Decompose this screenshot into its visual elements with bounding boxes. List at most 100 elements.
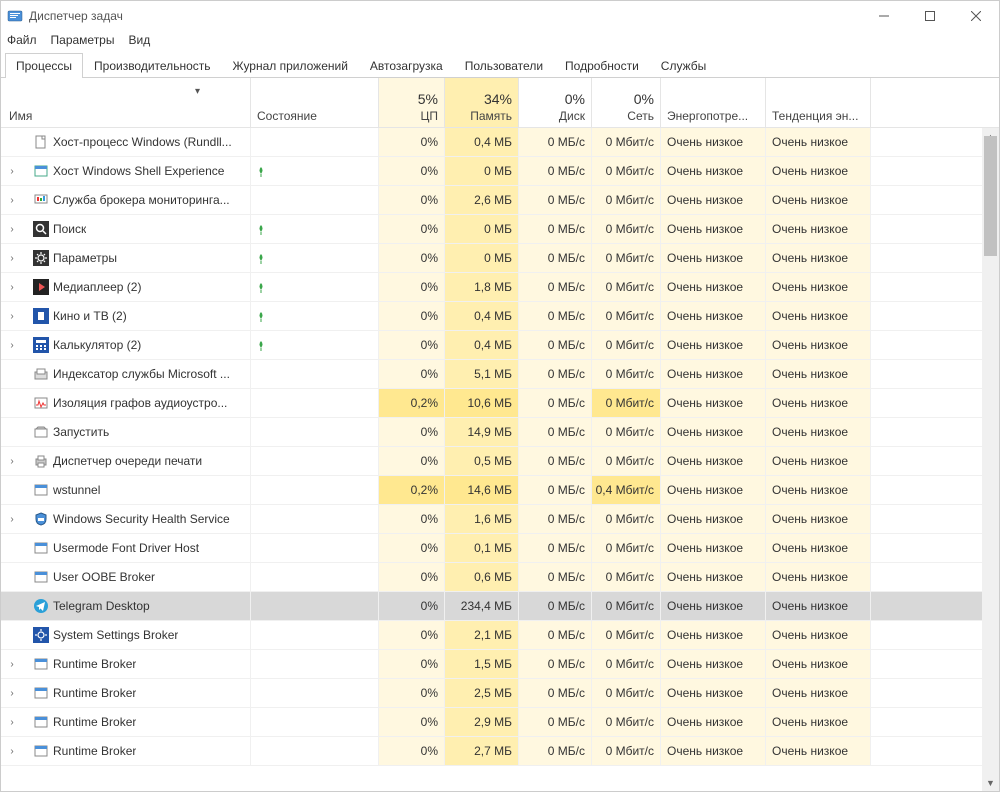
cell-mem: 14,9 МБ [445, 418, 519, 446]
expand-icon[interactable]: › [7, 224, 17, 235]
header-disk[interactable]: 0% Диск [519, 78, 592, 127]
cell-mem: 0,4 МБ [445, 302, 519, 330]
cell-disk: 0 МБ/с [519, 418, 592, 446]
tabs: Процессы Производительность Журнал прило… [1, 53, 999, 78]
table-row[interactable]: ›Параметры0%0 МБ0 МБ/с0 Мбит/сОчень низк… [1, 244, 999, 273]
cell-net: 0 Мбит/с [592, 157, 661, 185]
exe-icon [33, 482, 49, 498]
cell-disk: 0 МБ/с [519, 389, 592, 417]
cell-energy: Очень низкое [661, 244, 766, 272]
table-row[interactable]: ›Runtime Broker0%1,5 МБ0 МБ/с0 Мбит/сОче… [1, 650, 999, 679]
table-row[interactable]: ›Калькулятор (2)0%0,4 МБ0 МБ/с0 Мбит/сОч… [1, 331, 999, 360]
cell-status [251, 157, 379, 185]
menu-view[interactable]: Вид [128, 33, 150, 47]
shell-icon [33, 163, 49, 179]
minimize-button[interactable] [861, 1, 907, 31]
table-row[interactable]: ›Windows Security Health Service0%1,6 МБ… [1, 505, 999, 534]
cell-net: 0 Мбит/с [592, 621, 661, 649]
header-trend[interactable]: Тенденция эн... [766, 78, 871, 127]
cell-net: 0 Мбит/с [592, 505, 661, 533]
cell-disk: 0 МБ/с [519, 534, 592, 562]
table-row[interactable]: ›Хост Windows Shell Experience0%0 МБ0 МБ… [1, 157, 999, 186]
scrollbar-thumb[interactable] [984, 136, 997, 256]
process-name: Хост-процесс Windows (Rundll... [53, 135, 232, 149]
header-cpu[interactable]: 5% ЦП [379, 78, 445, 127]
cell-disk: 0 МБ/с [519, 592, 592, 620]
table-row[interactable]: ›Кино и ТВ (2)0%0,4 МБ0 МБ/с0 Мбит/сОчен… [1, 302, 999, 331]
table-row[interactable]: ›Runtime Broker0%2,9 МБ0 МБ/с0 Мбит/сОче… [1, 708, 999, 737]
tab-startup[interactable]: Автозагрузка [359, 53, 454, 78]
cell-mem: 2,1 МБ [445, 621, 519, 649]
cell-cpu: 0% [379, 534, 445, 562]
expand-icon[interactable]: › [7, 311, 17, 322]
table-row[interactable]: ›Поиск0%0 МБ0 МБ/с0 Мбит/сОчень низкоеОч… [1, 215, 999, 244]
scrollbar[interactable]: ▲ ▼ [982, 128, 999, 791]
header-name[interactable]: ▾ Имя [1, 78, 251, 127]
expand-icon[interactable]: › [7, 253, 17, 264]
cell-net: 0 Мбит/с [592, 215, 661, 243]
expand-icon[interactable]: › [7, 282, 17, 293]
table-row[interactable]: System Settings Broker0%2,1 МБ0 МБ/с0 Мб… [1, 621, 999, 650]
table-row[interactable]: ›Диспетчер очереди печати0%0,5 МБ0 МБ/с0… [1, 447, 999, 476]
close-button[interactable] [953, 1, 999, 31]
cell-cpu: 0% [379, 418, 445, 446]
header-mem-label: Память [470, 109, 512, 123]
menu-file[interactable]: Файл [7, 33, 37, 47]
table-row[interactable]: ›Runtime Broker0%2,5 МБ0 МБ/с0 Мбит/сОче… [1, 679, 999, 708]
header-memory[interactable]: 34% Память [445, 78, 519, 127]
header-network[interactable]: 0% Сеть [592, 78, 661, 127]
cell-status [251, 331, 379, 359]
expand-icon[interactable]: › [7, 717, 17, 728]
process-name: Windows Security Health Service [53, 512, 230, 526]
table-row[interactable]: Telegram Desktop0%234,4 МБ0 МБ/с0 Мбит/с… [1, 592, 999, 621]
tab-users[interactable]: Пользователи [454, 53, 554, 78]
cell-energy: Очень низкое [661, 447, 766, 475]
table-row[interactable]: Запустить0%14,9 МБ0 МБ/с0 Мбит/сОчень ни… [1, 418, 999, 447]
expand-icon[interactable]: › [7, 195, 17, 206]
scroll-down-icon[interactable]: ▼ [982, 774, 999, 791]
expand-icon[interactable]: › [7, 456, 17, 467]
film-icon [33, 308, 49, 324]
expand-icon[interactable]: › [7, 514, 17, 525]
cell-energy: Очень низкое [661, 621, 766, 649]
table-row[interactable]: Хост-процесс Windows (Rundll...0%0,4 МБ0… [1, 128, 999, 157]
expand-icon[interactable]: › [7, 746, 17, 757]
maximize-button[interactable] [907, 1, 953, 31]
cell-trend: Очень низкое [766, 273, 871, 301]
cell-disk: 0 МБ/с [519, 708, 592, 736]
tab-details[interactable]: Подробности [554, 53, 650, 78]
header-status-label: Состояние [257, 109, 372, 123]
cell-name: wstunnel [1, 476, 251, 504]
expand-icon[interactable]: › [7, 166, 17, 177]
table-row[interactable]: Usermode Font Driver Host0%0,1 МБ0 МБ/с0… [1, 534, 999, 563]
cell-mem: 0 МБ [445, 157, 519, 185]
table-row[interactable]: ›Runtime Broker0%2,7 МБ0 МБ/с0 Мбит/сОче… [1, 737, 999, 766]
cell-name: Изоляция графов аудиоустро... [1, 389, 251, 417]
header-energy[interactable]: Энергопотре... [661, 78, 766, 127]
table-row[interactable]: ›Медиаплеер (2)0%1,8 МБ0 МБ/с0 Мбит/сОче… [1, 273, 999, 302]
tab-services[interactable]: Службы [650, 53, 717, 78]
expand-icon[interactable]: › [7, 659, 17, 670]
tab-app-history[interactable]: Журнал приложений [222, 53, 359, 78]
table-row[interactable]: ›Служба брокера мониторинга...0%2,6 МБ0 … [1, 186, 999, 215]
cell-energy: Очень низкое [661, 708, 766, 736]
cell-disk: 0 МБ/с [519, 157, 592, 185]
table-row[interactable]: User OOBE Broker0%0,6 МБ0 МБ/с0 Мбит/сОч… [1, 563, 999, 592]
table-row[interactable]: Индексатор службы Microsoft ...0%5,1 МБ0… [1, 360, 999, 389]
header-status[interactable]: Состояние [251, 78, 379, 127]
cell-disk: 0 МБ/с [519, 650, 592, 678]
header-cpu-pct: 5% [418, 91, 438, 107]
cell-mem: 2,7 МБ [445, 737, 519, 765]
tab-processes[interactable]: Процессы [5, 53, 83, 78]
cell-trend: Очень низкое [766, 389, 871, 417]
exe-icon [33, 714, 49, 730]
process-name: wstunnel [53, 483, 100, 497]
cell-trend: Очень низкое [766, 650, 871, 678]
table-row[interactable]: wstunnel0,2%14,6 МБ0 МБ/с0,4 Мбит/сОчень… [1, 476, 999, 505]
expand-icon[interactable]: › [7, 688, 17, 699]
menu-options[interactable]: Параметры [51, 33, 115, 47]
cell-status [251, 244, 379, 272]
table-row[interactable]: Изоляция графов аудиоустро...0,2%10,6 МБ… [1, 389, 999, 418]
tab-performance[interactable]: Производительность [83, 53, 221, 78]
expand-icon[interactable]: › [7, 340, 17, 351]
